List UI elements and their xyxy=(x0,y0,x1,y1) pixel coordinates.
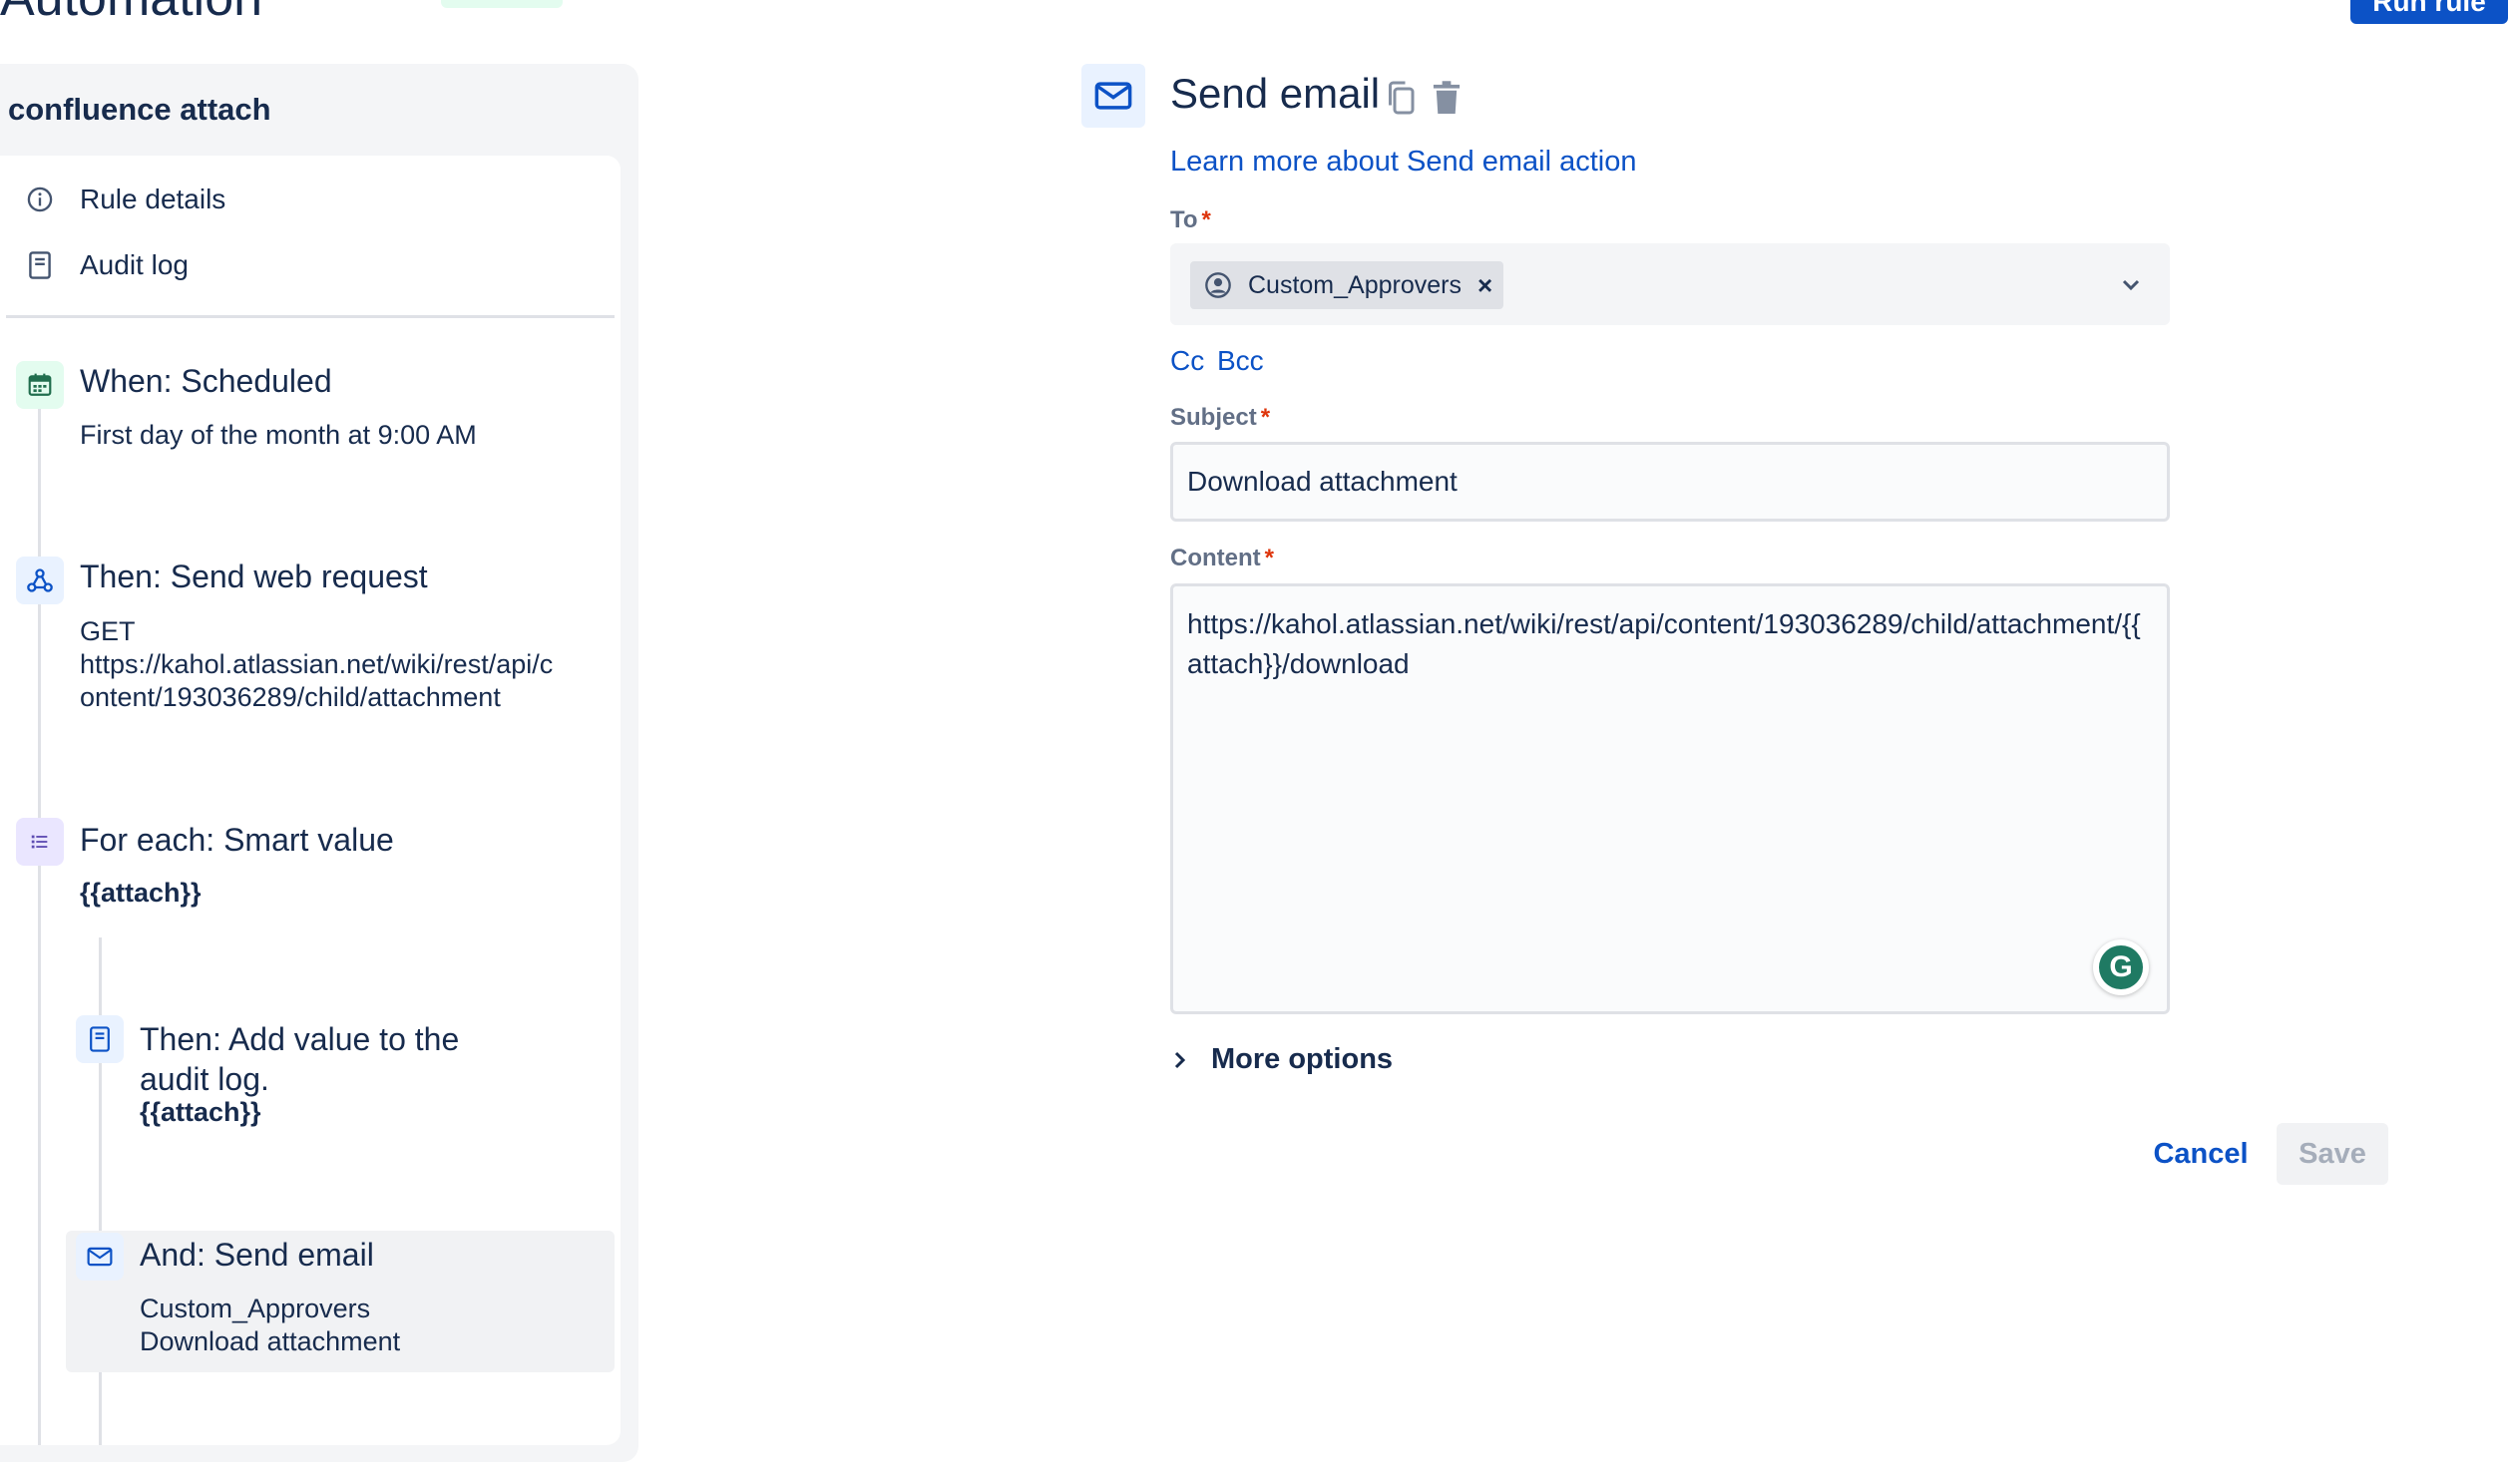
status-badge xyxy=(441,0,563,8)
run-rule-button[interactable]: Run rule xyxy=(2350,0,2508,24)
step-title-line: audit log. xyxy=(140,1061,269,1097)
step-detail-line: GET xyxy=(80,616,136,646)
more-options-label: More options xyxy=(1211,1043,1394,1075)
divider xyxy=(6,315,615,318)
step-detail: Custom_Approvers Download attachment xyxy=(140,1293,400,1358)
chevron-right-icon xyxy=(1173,1049,1195,1071)
step-detail-line: ontent/193036289/child/attachment xyxy=(80,682,501,712)
step-detail-line: Custom_Approvers xyxy=(140,1294,371,1323)
cc-link[interactable]: Cc xyxy=(1170,345,1204,377)
step-detail-line: https://kahol.atlassian.net/wiki/rest/ap… xyxy=(80,649,554,679)
calendar-icon xyxy=(16,361,64,409)
rule-name: confluence attach xyxy=(8,92,271,127)
bcc-link[interactable]: Bcc xyxy=(1217,345,1264,377)
step-detail: {{attach}} xyxy=(140,1097,261,1127)
step-title[interactable]: When: Scheduled xyxy=(80,363,332,400)
copy-icon[interactable] xyxy=(1381,76,1421,120)
chevron-down-icon[interactable] xyxy=(2113,267,2149,303)
step-detail: {{attach}} xyxy=(80,878,202,908)
info-icon xyxy=(22,182,58,217)
subject-label: Subject * xyxy=(1170,404,1271,431)
step-title[interactable]: For each: Smart value xyxy=(80,822,394,859)
nav-audit-log[interactable]: Audit log xyxy=(22,237,189,293)
nav-label: Rule details xyxy=(80,184,226,214)
step-title[interactable]: Then: Send web request xyxy=(80,558,428,595)
document-icon xyxy=(22,247,58,283)
list-icon xyxy=(16,818,64,866)
step-detail-line: Download attachment xyxy=(140,1326,401,1356)
nav-label: Audit log xyxy=(80,249,189,280)
step-title[interactable]: Then: Add value to the audit log. xyxy=(140,1019,459,1099)
to-label: To * xyxy=(1170,206,1211,233)
recipient-chip-label: Custom_Approvers xyxy=(1248,270,1462,299)
document-icon xyxy=(76,1015,124,1063)
nav-rule-details[interactable]: Rule details xyxy=(22,172,225,227)
learn-more-link[interactable]: Learn more about Send email action xyxy=(1170,146,1637,179)
cancel-button[interactable]: Cancel xyxy=(2145,1123,2257,1185)
form-title: Send email xyxy=(1170,70,1381,117)
step-title[interactable]: And: Send email xyxy=(140,1237,374,1274)
user-avatar-icon xyxy=(1204,271,1232,299)
more-options-toggle[interactable]: More options xyxy=(1173,1043,1393,1076)
mail-icon xyxy=(76,1233,124,1281)
step-title-line: Then: Add value to the xyxy=(140,1021,460,1057)
content-textarea[interactable]: https://kahol.atlassian.net/wiki/rest/ap… xyxy=(1170,583,2170,1014)
content-label: Content * xyxy=(1170,545,1274,571)
grammarly-icon: G xyxy=(2099,945,2143,989)
save-button[interactable]: Save xyxy=(2277,1123,2388,1185)
app-title: Automation xyxy=(0,0,262,28)
close-icon[interactable]: × xyxy=(1477,270,1492,301)
mail-icon xyxy=(1081,64,1145,128)
step-detail: First day of the month at 9:00 AM xyxy=(80,420,477,450)
recipient-chip[interactable]: Custom_Approvers × xyxy=(1190,261,1503,309)
trash-icon[interactable] xyxy=(1427,76,1466,120)
grammarly-button[interactable]: G xyxy=(2093,939,2149,995)
subject-input[interactable] xyxy=(1170,442,2170,522)
webhook-icon xyxy=(16,556,64,604)
step-detail: GET https://kahol.atlassian.net/wiki/res… xyxy=(80,615,553,714)
